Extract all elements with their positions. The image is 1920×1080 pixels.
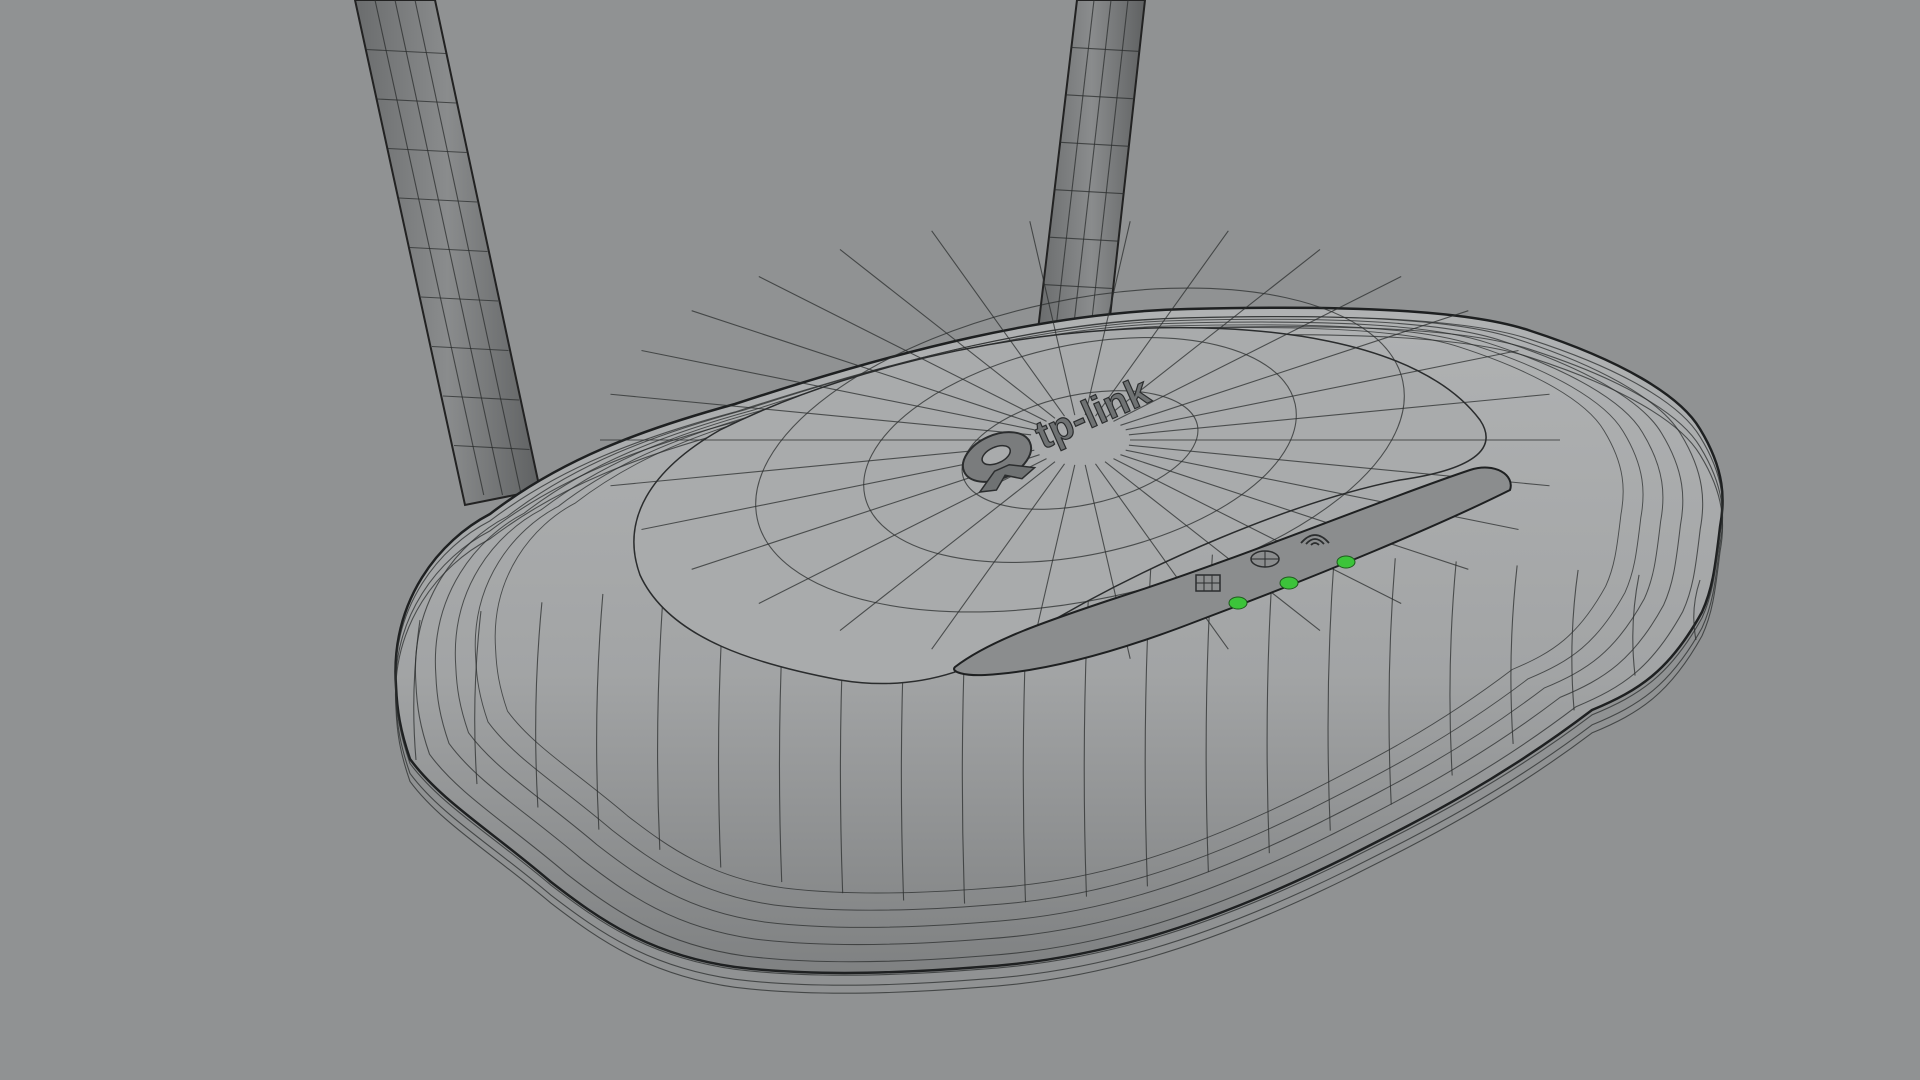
led-internet <box>1279 576 1299 590</box>
led-power <box>1228 596 1248 610</box>
router-render: tp-link <box>353 0 1724 994</box>
led-wireless <box>1336 555 1356 569</box>
globe-icon <box>1250 550 1280 568</box>
antenna-left <box>353 0 542 507</box>
router-body <box>394 221 1724 994</box>
antenna-right <box>1036 0 1147 337</box>
